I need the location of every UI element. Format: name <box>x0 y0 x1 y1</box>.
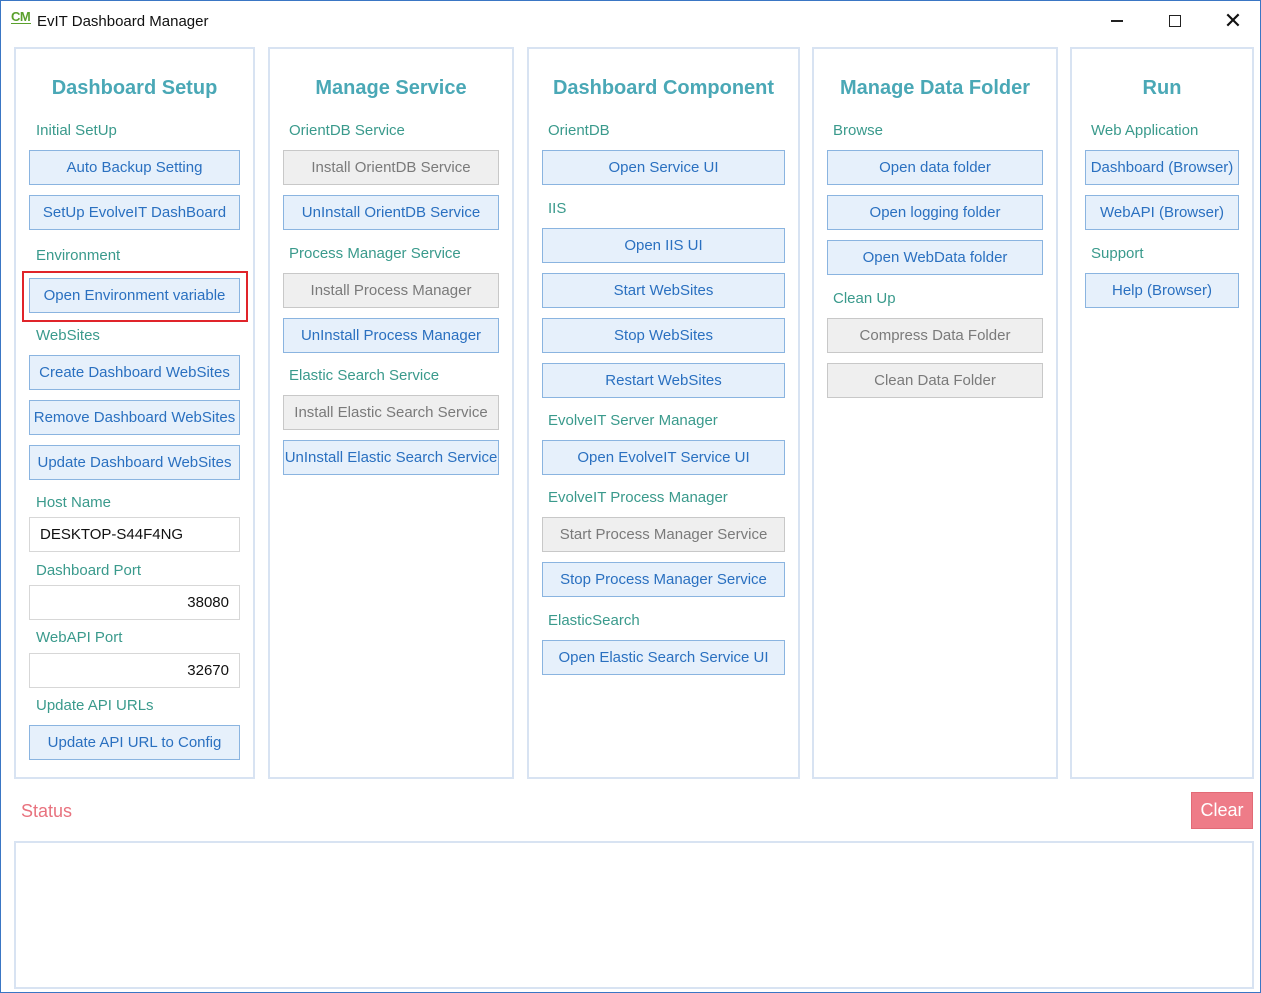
stop-websites-button[interactable]: Stop WebSites <box>542 318 785 353</box>
window-title: EvIT Dashboard Manager <box>37 13 209 30</box>
section-iis: IIS <box>548 200 567 217</box>
section-websites: WebSites <box>36 327 100 344</box>
close-button[interactable]: ✕ <box>1210 5 1256 37</box>
section-elasticsearch: ElasticSearch <box>548 612 640 629</box>
app-window: CM EvIT Dashboard Manager ✕ Dashboard Se… <box>0 0 1261 993</box>
section-clean-up: Clean Up <box>833 290 896 307</box>
clean-data-folder-button[interactable]: Clean Data Folder <box>827 363 1043 398</box>
close-icon: ✕ <box>1223 8 1243 33</box>
create-websites-button[interactable]: Create Dashboard WebSites <box>29 355 240 390</box>
panel-dashboard-component: Dashboard Component OrientDB Open Servic… <box>527 47 800 779</box>
status-label: Status <box>21 801 73 821</box>
install-elastic-search-button[interactable]: Install Elastic Search Service <box>283 395 499 430</box>
auto-backup-setting-button[interactable]: Auto Backup Setting <box>29 150 240 185</box>
panel-title: Dashboard Component <box>552 77 775 99</box>
panel-title: Run <box>1142 77 1182 99</box>
panel-title: Dashboard Setup <box>51 77 218 99</box>
section-browse: Browse <box>833 122 884 139</box>
update-api-url-button[interactable]: Update API URL to Config <box>29 725 240 760</box>
open-data-folder-button[interactable]: Open data folder <box>827 150 1043 185</box>
setup-dashboard-button[interactable]: SetUp EvolveIT DashBoard <box>29 195 240 230</box>
install-orientdb-button[interactable]: Install OrientDB Service <box>283 150 499 185</box>
section-server-manager: EvolveIT Server Manager <box>548 412 718 429</box>
section-orientdb: OrientDB <box>548 122 610 139</box>
install-process-manager-button[interactable]: Install Process Manager <box>283 273 499 308</box>
maximize-icon <box>1169 15 1181 27</box>
open-logging-folder-button[interactable]: Open logging folder <box>827 195 1043 230</box>
section-web-application: Web Application <box>1091 122 1199 139</box>
section-orientdb-service: OrientDB Service <box>289 122 405 139</box>
clear-button[interactable]: Clear <box>1191 792 1253 829</box>
maximize-button[interactable] <box>1152 5 1198 37</box>
status-log[interactable] <box>14 841 1254 989</box>
open-evolveit-service-ui-button[interactable]: Open EvolveIT Service UI <box>542 440 785 475</box>
webapi-port-label: WebAPI Port <box>36 629 123 646</box>
panel-manage-data-folder: Manage Data Folder Browse Open data fold… <box>812 47 1058 779</box>
minimize-button[interactable] <box>1094 5 1140 37</box>
compress-data-folder-button[interactable]: Compress Data Folder <box>827 318 1043 353</box>
panel-title: Manage Service <box>315 77 467 99</box>
help-browser-button[interactable]: Help (Browser) <box>1085 273 1239 308</box>
stop-process-manager-button[interactable]: Stop Process Manager Service <box>542 562 785 597</box>
panel-dashboard-setup: Dashboard Setup Initial SetUp Auto Backu… <box>14 47 255 779</box>
section-update-api: Update API URLs <box>36 697 154 714</box>
webapi-port-input[interactable]: 32670 <box>29 653 240 688</box>
remove-websites-button[interactable]: Remove Dashboard WebSites <box>29 400 240 435</box>
highlight-box <box>22 271 248 322</box>
open-webdata-folder-button[interactable]: Open WebData folder <box>827 240 1043 275</box>
open-service-ui-button[interactable]: Open Service UI <box>542 150 785 185</box>
start-process-manager-button[interactable]: Start Process Manager Service <box>542 517 785 552</box>
update-websites-button[interactable]: Update Dashboard WebSites <box>29 445 240 480</box>
open-elastic-search-ui-button[interactable]: Open Elastic Search Service UI <box>542 640 785 675</box>
section-elastic-search-service: Elastic Search Service <box>289 367 440 384</box>
section-initial-setup: Initial SetUp <box>36 122 117 139</box>
host-name-label: Host Name <box>36 494 112 511</box>
uninstall-orientdb-button[interactable]: UnInstall OrientDB Service <box>283 195 499 230</box>
open-iis-ui-button[interactable]: Open IIS UI <box>542 228 785 263</box>
start-websites-button[interactable]: Start WebSites <box>542 273 785 308</box>
restart-websites-button[interactable]: Restart WebSites <box>542 363 785 398</box>
section-process-manager-service: Process Manager Service <box>289 245 461 262</box>
app-logo-icon: CM <box>11 9 31 24</box>
dashboard-browser-button[interactable]: Dashboard (Browser) <box>1085 150 1239 185</box>
webapi-browser-button[interactable]: WebAPI (Browser) <box>1085 195 1239 230</box>
panel-title: Manage Data Folder <box>839 77 1031 99</box>
panel-run: Run Web Application Dashboard (Browser) … <box>1070 47 1254 779</box>
section-environment: Environment <box>36 247 121 264</box>
title-bar: CM EvIT Dashboard Manager ✕ <box>1 1 1260 41</box>
minimize-icon <box>1111 20 1123 22</box>
uninstall-process-manager-button[interactable]: UnInstall Process Manager <box>283 318 499 353</box>
dashboard-port-label: Dashboard Port <box>36 562 142 579</box>
dashboard-port-input[interactable]: 38080 <box>29 585 240 620</box>
section-support: Support <box>1091 245 1144 262</box>
panel-manage-service: Manage Service OrientDB Service Install … <box>268 47 514 779</box>
host-name-input[interactable]: DESKTOP-S44F4NG <box>29 517 240 552</box>
uninstall-elastic-search-button[interactable]: UnInstall Elastic Search Service <box>283 440 499 475</box>
section-process-manager: EvolveIT Process Manager <box>548 489 728 506</box>
